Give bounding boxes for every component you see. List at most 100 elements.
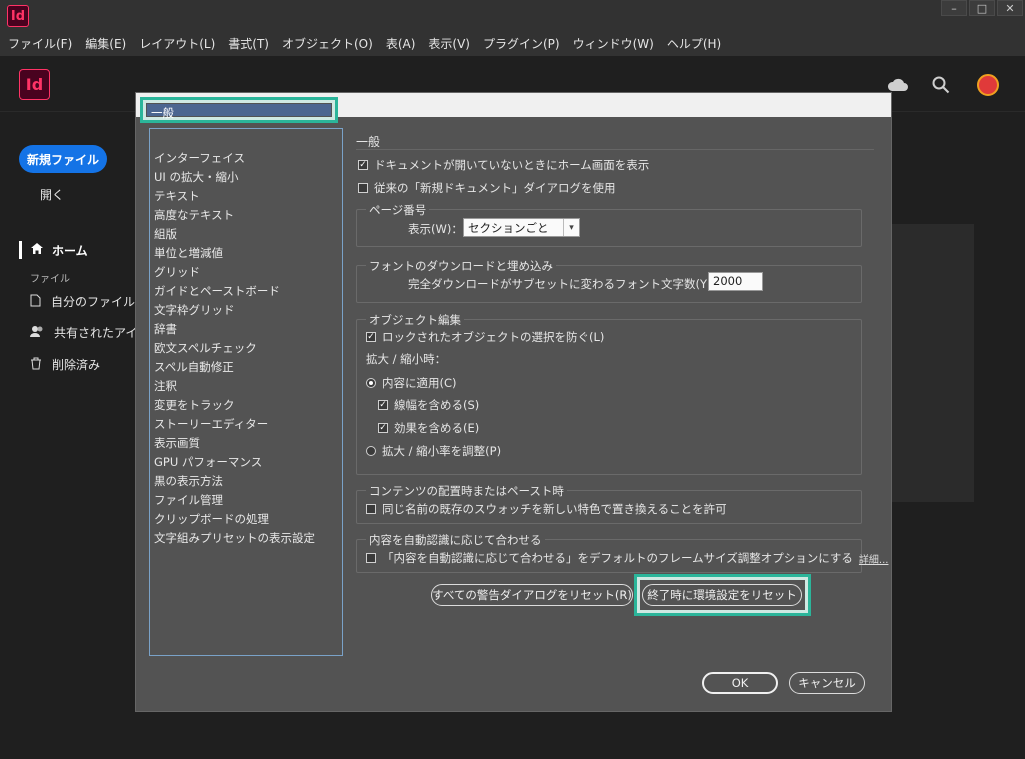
category-gpu[interactable]: GPU パフォーマンス — [154, 454, 262, 470]
reset-warnings-button[interactable]: すべての警告ダイアログをリセット(R) — [431, 584, 633, 606]
category-clipboard[interactable]: クリップボードの処理 — [154, 511, 269, 527]
replace-swatch-checkbox[interactable]: 同じ名前の既存のスウォッチを新しい特色で置き換えることを許可 — [366, 501, 727, 517]
menu-type[interactable]: 書式(T) — [228, 35, 269, 52]
cancel-button[interactable]: キャンセル — [789, 672, 865, 694]
close-button[interactable]: ✕ — [997, 0, 1023, 16]
menu-window[interactable]: ウィンドウ(W) — [573, 35, 654, 52]
open-link[interactable]: 開く — [40, 186, 64, 203]
new-file-button[interactable]: 新規ファイル — [19, 145, 107, 173]
chevron-down-icon: ▾ — [563, 219, 579, 236]
view-select-value: セクションごと — [468, 221, 549, 235]
category-composition[interactable]: 組版 — [154, 226, 177, 242]
legacy-new-doc-checkbox[interactable]: 従来の「新規ドキュメント」ダイアログを使用 — [358, 180, 616, 196]
include-stroke-checkbox[interactable]: ✓ 線幅を含める(S) — [378, 397, 479, 413]
menu-edit[interactable]: 編集(E) — [85, 35, 126, 52]
menu-file[interactable]: ファイル(F) — [8, 35, 72, 52]
prevent-locked-label: ロックされたオブジェクトの選択を防ぐ(L) — [382, 330, 605, 344]
category-frame-grid[interactable]: 文字枠グリッド — [154, 302, 235, 318]
menu-help[interactable]: ヘルプ(H) — [667, 35, 721, 52]
indesign-app-icon: Id — [7, 5, 29, 27]
title-bar: Id – □ ✕ — [0, 0, 1025, 32]
content-aware-title: 内容を自動認識に応じて合わせる — [366, 532, 545, 548]
minimize-button[interactable]: – — [941, 0, 967, 16]
category-notes[interactable]: 注釈 — [154, 378, 177, 394]
content-aware-label: 「内容を自動認識に応じて合わせる」をデフォルトのフレームサイズ調整オプションにす… — [382, 551, 853, 565]
menu-layout[interactable]: レイアウト(L) — [139, 35, 215, 52]
indesign-logo: Id — [19, 69, 50, 100]
category-text[interactable]: テキスト — [154, 188, 200, 204]
reset-prefs-button[interactable]: 終了時に環境設定をリセット — [642, 584, 802, 606]
object-editing-title: オブジェクト編集 — [366, 312, 464, 328]
content-aware-more-link[interactable]: 詳細... — [859, 551, 889, 566]
nav-deleted-label: 削除済み — [52, 358, 101, 372]
nav-home[interactable]: ホーム — [19, 241, 88, 259]
show-home-screen-checkbox[interactable]: ✓ ドキュメントが開いていないときにホーム画面を表示 — [358, 157, 649, 173]
category-appearance-of-black[interactable]: 黒の表示方法 — [154, 473, 223, 489]
font-download-input[interactable]: 2000 — [708, 272, 763, 291]
menu-plugins[interactable]: プラグイン(P) — [483, 35, 560, 52]
apply-to-content-label: 内容に適用(C) — [382, 376, 457, 390]
include-effects-label: 効果を含める(E) — [394, 421, 480, 435]
checkbox-checked-icon: ✓ — [378, 399, 388, 410]
category-ui-scaling[interactable]: UI の拡大・縮小 — [154, 169, 238, 185]
nav-my-files-label: 自分のファイル — [51, 295, 136, 309]
category-display-performance[interactable]: 表示画質 — [154, 435, 200, 451]
include-effects-checkbox[interactable]: ✓ 効果を含める(E) — [378, 420, 479, 436]
menu-bar: ファイル(F) 編集(E) レイアウト(L) 書式(T) オブジェクト(O) 表… — [0, 32, 1025, 54]
menu-object[interactable]: オブジェクト(O) — [282, 35, 373, 52]
category-general-label: 一般 — [147, 104, 331, 120]
nav-shared-label: 共有されたアイテム — [54, 326, 140, 340]
checkbox-unchecked-icon — [358, 183, 368, 193]
people-icon — [30, 325, 44, 341]
replace-swatch-label: 同じ名前の既存のスウォッチを新しい特色で置き換えることを許可 — [382, 502, 727, 516]
checkbox-unchecked-icon — [366, 553, 376, 563]
category-grids[interactable]: グリッド — [154, 264, 200, 280]
recent-files-panel — [890, 224, 974, 502]
category-track-changes[interactable]: 変更をトラック — [154, 397, 235, 413]
category-guides[interactable]: ガイドとペーストボード — [154, 283, 280, 299]
category-file-handling[interactable]: ファイル管理 — [154, 492, 223, 508]
category-interface[interactable]: インターフェイス — [154, 150, 245, 166]
content-aware-checkbox[interactable]: 「内容を自動認識に応じて合わせる」をデフォルトのフレームサイズ調整オプションにす… — [366, 550, 888, 566]
search-icon[interactable] — [930, 74, 952, 96]
panel-title: 一般 — [356, 135, 381, 149]
category-dictionary[interactable]: 辞書 — [154, 321, 177, 337]
category-advanced-text[interactable]: 高度なテキスト — [154, 207, 234, 223]
checkbox-checked-icon: ✓ — [366, 331, 376, 342]
checkbox-checked-icon: ✓ — [358, 159, 368, 170]
legacy-new-doc-label: 従来の「新規ドキュメント」ダイアログを使用 — [374, 181, 616, 195]
placing-content-title: コンテンツの配置時またはペースト時 — [366, 483, 567, 499]
font-download-title: フォントのダウンロードと埋め込み — [366, 258, 556, 274]
adjust-scale-radio[interactable]: 拡大 / 縮小率を調整(P) — [366, 443, 501, 459]
radio-unselected-icon — [366, 446, 376, 456]
category-autocorrect[interactable]: スペル自動修正 — [154, 359, 234, 375]
window-controls: – □ ✕ — [941, 0, 1023, 16]
maximize-button[interactable]: □ — [969, 0, 995, 16]
view-label: 表示(W)： — [408, 222, 463, 236]
category-spelling[interactable]: 欧文スペルチェック — [154, 340, 257, 356]
ok-button[interactable]: OK — [702, 672, 778, 694]
menu-table[interactable]: 表(A) — [386, 35, 416, 52]
category-story-editor[interactable]: ストーリーエディター — [154, 416, 268, 432]
nav-my-files[interactable]: 自分のファイル — [30, 293, 140, 310]
category-list[interactable]: インターフェイス UI の拡大・縮小 テキスト 高度なテキスト 組版 単位と増減… — [149, 128, 343, 656]
category-mojikumi[interactable]: 文字組みプリセットの表示設定 — [154, 530, 315, 546]
nav-shared[interactable]: 共有されたアイテム — [30, 324, 140, 341]
radio-selected-icon — [366, 378, 376, 388]
font-download-label: 完全ダウンロードがサブセットに変わるフォント文字数(Y)： — [408, 277, 723, 291]
adjust-scale-label: 拡大 / 縮小率を調整(P) — [382, 444, 502, 458]
scale-label: 拡大 / 縮小時： — [366, 352, 447, 366]
view-select[interactable]: セクションごと ▾ — [463, 218, 580, 237]
category-units[interactable]: 単位と増減値 — [154, 245, 223, 261]
menu-view[interactable]: 表示(V) — [428, 35, 470, 52]
files-section-label: ファイル — [30, 274, 70, 285]
avatar[interactable] — [977, 74, 999, 96]
checkbox-checked-icon: ✓ — [378, 422, 388, 433]
home-icon — [30, 242, 44, 258]
nav-deleted[interactable]: 削除済み — [30, 356, 140, 373]
prevent-locked-checkbox[interactable]: ✓ ロックされたオブジェクトの選択を防ぐ(L) — [366, 329, 604, 345]
category-general-selected[interactable]: 一般 — [140, 97, 338, 123]
apply-to-content-radio[interactable]: 内容に適用(C) — [366, 375, 457, 391]
trash-icon — [30, 357, 42, 373]
nav-home-label: ホーム — [52, 243, 88, 258]
